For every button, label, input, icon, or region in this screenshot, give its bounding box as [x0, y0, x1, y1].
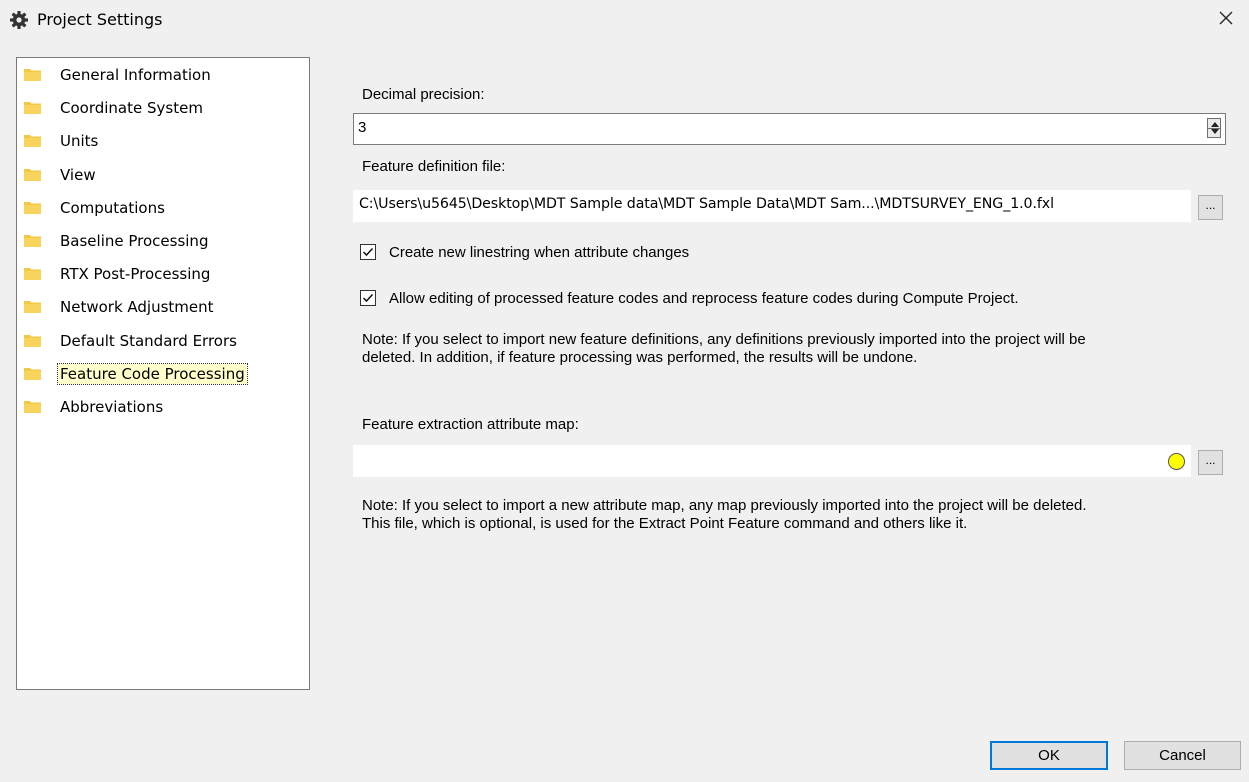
close-button[interactable] — [1203, 0, 1249, 40]
close-icon — [1219, 11, 1233, 29]
sidebar-item-label: View — [60, 165, 96, 184]
sidebar-item-label: Baseline Processing — [60, 232, 209, 250]
allow-editing-label[interactable]: Allow editing of processed feature codes… — [389, 290, 1019, 307]
checkmark-icon — [362, 293, 374, 303]
decimal-precision-stepper[interactable]: 3 — [353, 113, 1226, 145]
spinner-arrows[interactable] — [1207, 118, 1221, 138]
sidebar-item-general-information[interactable]: General Information — [24, 64, 213, 86]
note-line: This file, which is optional, is used fo… — [362, 515, 968, 532]
sidebar-item-rtx-post-processing[interactable]: RTX Post-Processing — [24, 263, 212, 285]
sidebar-item-label: RTX Post-Processing — [60, 265, 211, 284]
note-line: Note: If you select to import a new attr… — [362, 497, 1087, 514]
sidebar-item-network-adjustment[interactable]: Network Adjustment — [24, 296, 216, 318]
decimal-precision-value: 3 — [358, 119, 367, 136]
sidebar-item-label: Units — [60, 132, 99, 151]
folder-icon — [24, 201, 42, 215]
folder-icon — [24, 234, 42, 248]
sidebar-item-view[interactable]: View — [24, 164, 98, 186]
folder-icon — [24, 134, 42, 148]
browse-attribute-map-button[interactable]: ... — [1198, 450, 1223, 475]
create-linestring-label[interactable]: Create new linestring when attribute cha… — [389, 244, 689, 261]
feature-definitions-note: Note: If you select to import new featur… — [362, 331, 1222, 367]
title-bar: Project Settings — [0, 0, 1249, 40]
sidebar-item-feature-code-processing[interactable]: Feature Code Processing — [24, 362, 248, 385]
folder-icon — [24, 367, 42, 381]
sidebar-item-baseline-processing[interactable]: Baseline Processing — [24, 230, 210, 252]
attribute-map-note: Note: If you select to import a new attr… — [362, 497, 1222, 533]
status-indicator-icon — [1168, 453, 1185, 470]
decimal-precision-label: Decimal precision: — [362, 86, 485, 103]
feature-definition-file-path: C:\Users\u5645\Desktop\MDT Sample data\M… — [359, 196, 1054, 212]
folder-icon — [24, 101, 42, 115]
sidebar-item-computations[interactable]: Computations — [24, 197, 167, 219]
attribute-map-field[interactable] — [353, 445, 1191, 477]
browse-feature-definition-button[interactable]: ... — [1198, 195, 1223, 220]
cancel-button[interactable]: Cancel — [1124, 741, 1241, 770]
sidebar-item-default-standard-errors[interactable]: Default Standard Errors — [24, 330, 239, 352]
sidebar-item-label: Computations — [60, 198, 165, 217]
sidebar-item-label: Network Adjustment — [60, 298, 214, 317]
folder-icon — [24, 300, 42, 314]
settings-category-tree[interactable]: General Information Coordinate System Unit… — [16, 57, 310, 690]
attribute-map-label: Feature extraction attribute map: — [362, 416, 579, 433]
sidebar-item-label: Coordinate System — [60, 99, 203, 118]
note-line: Note: If you select to import new featur… — [362, 331, 1086, 348]
folder-icon — [24, 68, 42, 82]
sidebar-item-label: Default Standard Errors — [60, 331, 237, 350]
checkmark-icon — [362, 247, 374, 257]
chevron-down-icon — [1211, 129, 1219, 134]
note-line: deleted. In addition, if feature process… — [362, 349, 918, 366]
folder-icon — [24, 267, 42, 281]
sidebar-item-coordinate-system[interactable]: Coordinate System — [24, 97, 205, 119]
ok-button[interactable]: OK — [990, 741, 1108, 770]
window-title: Project Settings — [37, 10, 163, 29]
sidebar-item-label: Abbreviations — [60, 398, 164, 416]
folder-icon — [24, 168, 42, 182]
sidebar-item-abbreviations[interactable]: Abbreviations — [24, 396, 165, 418]
feature-definition-file-field[interactable]: C:\Users\u5645\Desktop\MDT Sample data\M… — [353, 190, 1191, 222]
chevron-up-icon — [1211, 122, 1219, 127]
sidebar-item-units[interactable]: Units — [24, 130, 100, 152]
gear-icon — [9, 10, 29, 30]
folder-icon — [24, 334, 42, 348]
create-linestring-checkbox[interactable] — [360, 244, 376, 260]
allow-editing-checkbox[interactable] — [360, 290, 376, 306]
feature-definition-file-label: Feature definition file: — [362, 158, 506, 175]
sidebar-item-label: Feature Code Processing — [57, 362, 248, 385]
folder-icon — [24, 400, 42, 414]
sidebar-item-label: General Information — [60, 66, 211, 84]
